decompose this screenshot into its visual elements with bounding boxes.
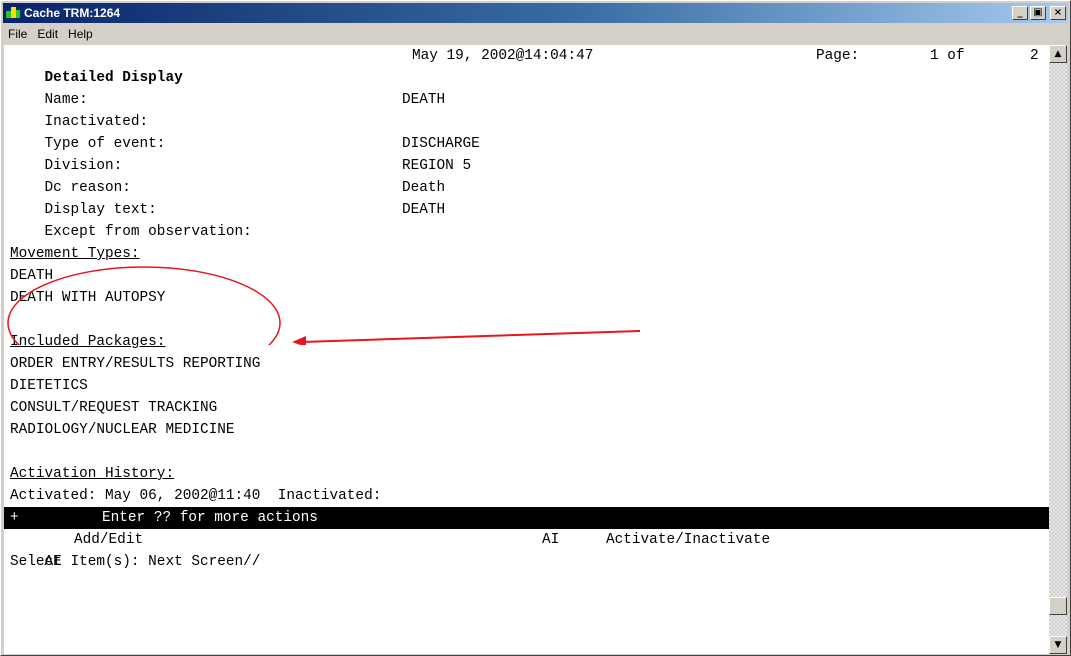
movement-type-item: DEATH WITH AUTOPSY (10, 290, 166, 306)
package-item: DIETETICS (10, 378, 88, 394)
menu-help[interactable]: Help (63, 27, 98, 41)
scroll-thumb[interactable] (1049, 597, 1067, 615)
minimize-button[interactable]: _ (1012, 6, 1028, 20)
package-item: ORDER ENTRY/RESULTS REPORTING (10, 356, 261, 372)
actions-hint: Enter ?? for more actions (102, 510, 318, 526)
activation-history-heading: Activation History: (10, 466, 175, 482)
activation-history-line: Activated: May 06, 2002@11:40 Inactivate… (10, 488, 382, 504)
page-number: 1 of (930, 48, 965, 64)
field-except-from-observation: Except from observation: (10, 199, 252, 240)
field-name: Name: DEATH (10, 67, 446, 108)
plus-indicator: + (10, 510, 19, 526)
field-value: Death (402, 180, 446, 196)
field-type-of-event: Type of event: DISCHARGE (10, 111, 480, 152)
title-bar[interactable]: Cache TRM:1264 _ ▣ × (3, 3, 1068, 23)
header-date: May 19, 2002@14:04:47 (412, 48, 594, 64)
window-title: Cache TRM:1264 (24, 6, 121, 20)
page-label: Page: (816, 48, 860, 64)
vertical-scrollbar[interactable]: ▲ ▼ (1049, 45, 1067, 654)
field-dc-reason: Dc reason: Death (10, 155, 446, 196)
field-label: Except from observation: (44, 224, 252, 240)
action-add-edit[interactable]: Add/Edit (74, 529, 143, 551)
package-item: RADIOLOGY/NUCLEAR MEDICINE (10, 422, 235, 438)
field-value: DEATH (402, 202, 446, 218)
field-inactivated: Inactivated: (10, 89, 149, 130)
action-code-ai[interactable]: AI (542, 529, 559, 551)
app-icon (6, 7, 20, 19)
field-division: Division: REGION 5 (10, 133, 472, 174)
included-packages-heading: Included Packages: (10, 334, 166, 350)
actions-bar: + Enter ?? for more actions (4, 507, 1049, 529)
select-item-prompt[interactable]: Select Item(s): Next Screen// (10, 551, 260, 573)
menu-edit[interactable]: Edit (32, 27, 63, 41)
package-item: CONSULT/REQUEST TRACKING (10, 400, 218, 416)
menu-bar: File Edit Help (3, 24, 1068, 44)
action-activate-inactivate[interactable]: Activate/Inactivate (606, 529, 770, 551)
field-display-text: Display text: DEATH (10, 177, 446, 218)
field-value: DISCHARGE (402, 136, 480, 152)
maximize-button[interactable]: ▣ (1030, 6, 1046, 20)
close-button[interactable]: × (1050, 6, 1066, 20)
field-value: DEATH (402, 92, 446, 108)
terminal-screen[interactable]: Detailed Display May 19, 2002@14:04:47 P… (4, 45, 1049, 654)
scroll-down-icon[interactable]: ▼ (1049, 636, 1067, 654)
page-total: 2 (1030, 48, 1039, 64)
movement-type-item: DEATH (10, 268, 54, 284)
annotation-arrow-line (301, 330, 641, 343)
movement-types-heading: Movement Types: (10, 246, 140, 262)
annotation-arrow-head (292, 336, 306, 345)
screen-header: Detailed Display May 19, 2002@14:04:47 P… (10, 45, 1049, 86)
field-value: REGION 5 (402, 158, 472, 174)
action-row: AE Add/Edit AI Activate/Inactivate (10, 529, 1040, 570)
scroll-up-icon[interactable]: ▲ (1049, 45, 1067, 63)
menu-file[interactable]: File (3, 27, 32, 41)
